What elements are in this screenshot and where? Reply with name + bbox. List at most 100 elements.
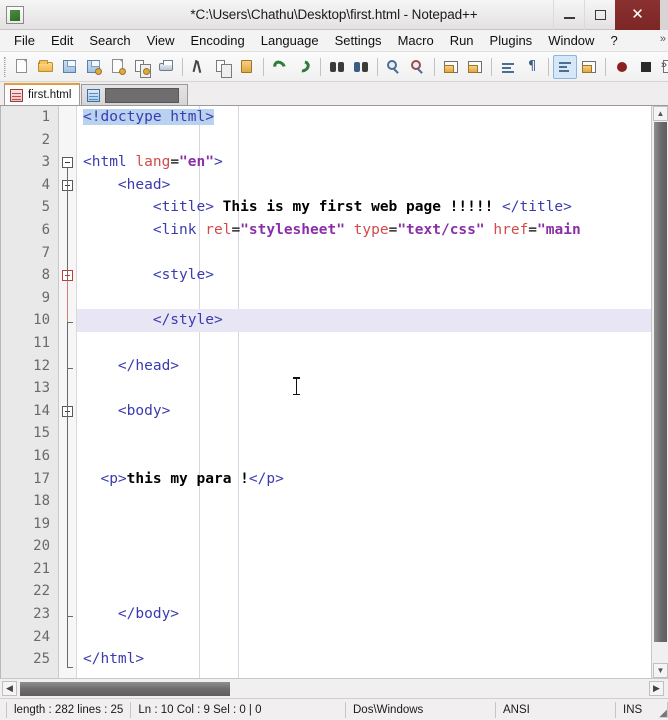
code-line[interactable]: <style> (77, 264, 651, 287)
horizontal-scroll-thumb[interactable] (20, 682, 230, 696)
code-line[interactable]: <body> (77, 400, 651, 423)
line-number-gutter: 1 2 3 4 5 6 7 8 9 10 11 12 13 14 15 16 17 18 19 20 21 22 23 24 2… (1, 106, 59, 678)
undo-button[interactable] (268, 55, 292, 79)
code-line[interactable] (77, 513, 651, 536)
code-token-text: This is my first web page !!!!! (213, 199, 503, 216)
menu-overflow-icon[interactable]: » (660, 33, 666, 45)
line-number: 8 (41, 267, 50, 284)
zoom-in-button[interactable] (382, 55, 406, 79)
code-line[interactable] (77, 626, 651, 649)
tab-label: first.html (28, 89, 72, 101)
open-file-button[interactable] (34, 55, 58, 79)
minimize-button[interactable] (553, 0, 584, 30)
code-line[interactable]: <html lang="en"> (77, 151, 651, 174)
code-line[interactable] (77, 377, 651, 400)
find-icon (328, 58, 346, 76)
code-line-current[interactable]: </style> (77, 309, 651, 332)
line-number: 10 (33, 312, 50, 329)
menu-item-plugins[interactable]: Plugins (482, 30, 541, 52)
menu-item-search[interactable]: Search (81, 30, 138, 52)
paste-button[interactable] (235, 55, 259, 79)
code-token-tag: </body> (117, 606, 180, 623)
code-token-tag: </head> (117, 357, 180, 374)
code-line[interactable] (77, 332, 651, 355)
fold-toggle-icon[interactable] (62, 157, 73, 169)
code-token-plain: = (528, 221, 538, 238)
code-line[interactable]: </html> (77, 648, 651, 671)
code-line[interactable] (77, 287, 651, 310)
sync-vertical-scroll-button[interactable] (439, 55, 463, 79)
code-line[interactable] (77, 558, 651, 581)
code-line[interactable] (77, 580, 651, 603)
record-macro-button[interactable] (610, 55, 634, 79)
code-line[interactable]: <head> (77, 174, 651, 197)
menu-item-view[interactable]: View (139, 30, 183, 52)
sync-horizontal-scroll-button[interactable] (463, 55, 487, 79)
code-line[interactable] (77, 445, 651, 468)
stop-macro-button[interactable] (634, 55, 658, 79)
menu-item-run[interactable]: Run (442, 30, 482, 52)
menu-item-edit[interactable]: Edit (43, 30, 81, 52)
close-all-files-button[interactable] (130, 55, 154, 79)
code-line[interactable]: <!doctype html> (77, 106, 651, 129)
line-number: 21 (33, 560, 50, 577)
scroll-down-button[interactable]: ▼ (653, 663, 668, 678)
menu-item-encoding[interactable]: Encoding (183, 30, 253, 52)
save-button[interactable] (58, 55, 82, 79)
horizontal-scrollbar[interactable]: ◀ ▶ (0, 678, 668, 698)
code-line[interactable] (77, 242, 651, 265)
toolbar-grip[interactable] (4, 56, 6, 77)
code-line[interactable] (77, 535, 651, 558)
code-token-val: "stylesheet" (240, 221, 345, 238)
code-line[interactable]: </head> (77, 355, 651, 378)
save-icon (61, 58, 79, 76)
scroll-right-button[interactable]: ▶ (649, 681, 664, 696)
indent-guideline-button[interactable] (553, 54, 577, 79)
cut-icon (190, 58, 208, 76)
code-line[interactable]: <link rel="stylesheet" type="text/css" h… (77, 219, 651, 242)
menu-item-file[interactable]: File (6, 30, 43, 52)
code-token-tag: </p> (248, 470, 284, 487)
scroll-up-button[interactable]: ▲ (653, 106, 668, 121)
replace-button[interactable] (349, 55, 373, 79)
resize-grip-icon[interactable]: ◢ (659, 708, 667, 719)
close-file-button[interactable] (106, 55, 130, 79)
fold-margin[interactable] (59, 106, 77, 678)
new-file-button[interactable] (10, 55, 34, 79)
code-line[interactable] (77, 422, 651, 445)
tab-second-document[interactable] (81, 84, 189, 105)
scroll-left-button[interactable]: ◀ (2, 681, 17, 696)
menu-item-macro[interactable]: Macro (390, 30, 442, 52)
copy-button[interactable] (211, 55, 235, 79)
record-macro-icon (613, 58, 631, 76)
menu-item-language[interactable]: Language (253, 30, 327, 52)
code-line[interactable] (77, 490, 651, 513)
menu-item-window[interactable]: Window (540, 30, 602, 52)
code-token-doctype: <!doctype html> (83, 109, 214, 125)
code-line[interactable]: <p>this my para !</p> (77, 468, 651, 491)
maximize-button[interactable] (584, 0, 615, 30)
toolbar-overflow-icon[interactable]: » (661, 59, 667, 71)
zoom-out-button[interactable] (406, 55, 430, 79)
word-wrap-button[interactable] (496, 55, 520, 79)
tab-first-html[interactable]: first.html (4, 83, 81, 105)
menu-item-settings[interactable]: Settings (327, 30, 390, 52)
code-line[interactable] (77, 129, 651, 152)
code-line[interactable]: </body> (77, 603, 651, 626)
code-text-area[interactable]: <!doctype html> <html lang="en"> <head> … (77, 106, 651, 678)
show-all-characters-button[interactable]: ¶ (520, 55, 544, 79)
cut-button[interactable] (187, 55, 211, 79)
save-all-button[interactable] (82, 55, 106, 79)
redo-button[interactable] (292, 55, 316, 79)
code-token-tag: </title> (502, 199, 572, 216)
line-number: 3 (41, 154, 50, 171)
vertical-scroll-thumb[interactable] (654, 122, 667, 642)
print-button[interactable] (154, 55, 178, 79)
close-button[interactable]: ✕ (615, 0, 660, 30)
code-line[interactable]: <title> This is my first web page !!!!! … (77, 196, 651, 219)
menu-item-help[interactable]: ? (602, 30, 625, 52)
find-button[interactable] (325, 55, 349, 79)
vertical-scrollbar[interactable]: ▲ ▼ (651, 106, 668, 678)
user-defined-dialog-button[interactable] (577, 55, 601, 79)
